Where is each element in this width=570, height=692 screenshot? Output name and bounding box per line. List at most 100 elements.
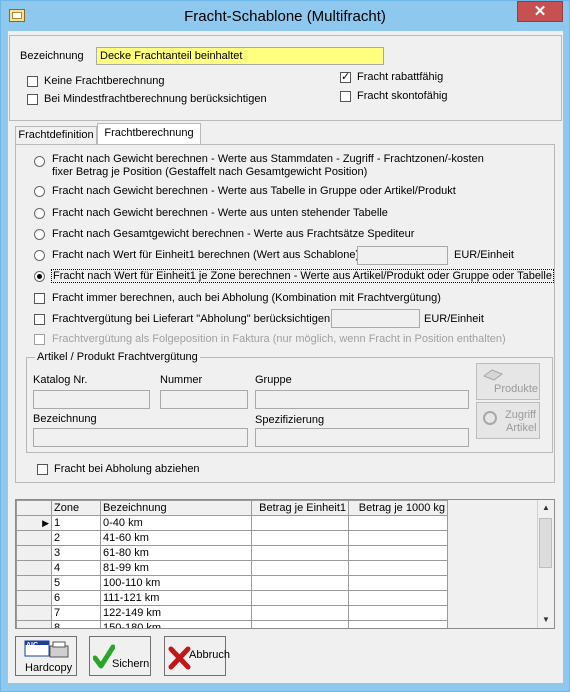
fracht-immer-checkbox[interactable] bbox=[34, 293, 45, 304]
table-vertical-scrollbar[interactable]: ▲ ▼ bbox=[537, 500, 554, 628]
skontofaehig-checkbox[interactable] bbox=[340, 91, 351, 102]
cell-zone[interactable]: 5 bbox=[51, 575, 101, 591]
bezeichnung-input[interactable] bbox=[96, 47, 384, 65]
column-header-betrag-einheit1[interactable]: Betrag je Einheit1 bbox=[251, 500, 349, 516]
rabattfaehig-checkbox[interactable]: ✓ bbox=[340, 72, 351, 83]
cell-zone[interactable]: 7 bbox=[51, 605, 101, 621]
abbruch-button-label: Abbruch bbox=[189, 649, 230, 661]
table-row[interactable]: 7 122-149 km bbox=[16, 605, 448, 621]
cell-bezeichnung[interactable]: 41-60 km bbox=[100, 530, 252, 546]
scroll-thumb[interactable] bbox=[539, 518, 552, 568]
zone-data-table: Zone Bezeichnung Betrag je Einheit1 Betr… bbox=[16, 500, 448, 628]
radio-wert-je-zone[interactable] bbox=[34, 271, 45, 282]
frachtberechnung-panel: Fracht nach Gewicht berechnen - Werte au… bbox=[15, 144, 555, 483]
scroll-up-arrow-icon[interactable]: ▲ bbox=[538, 500, 554, 516]
cell-betrag-1000kg[interactable] bbox=[348, 515, 448, 531]
column-header-bezeichnung[interactable]: Bezeichnung bbox=[100, 500, 252, 516]
table-row[interactable]: 6 111-121 km bbox=[16, 590, 448, 606]
artikel-bezeichnung-input[interactable] bbox=[33, 428, 248, 447]
table-row[interactable]: 2 41-60 km bbox=[16, 530, 448, 546]
cell-zone[interactable]: 1 bbox=[51, 515, 101, 531]
cell-bezeichnung[interactable]: 61-80 km bbox=[100, 545, 252, 561]
radio-gesamtgewicht[interactable] bbox=[34, 229, 45, 240]
bezeichnung-label: Bezeichnung bbox=[20, 50, 84, 62]
gruppe-input[interactable] bbox=[255, 390, 469, 409]
cell-betrag-1000kg[interactable] bbox=[348, 530, 448, 546]
table-row[interactable]: 4 81-99 km bbox=[16, 560, 448, 576]
cell-zone[interactable]: 4 bbox=[51, 560, 101, 576]
sichern-button[interactable]: Sichern bbox=[89, 636, 151, 676]
wert-einheit1-input[interactable] bbox=[357, 246, 448, 265]
cell-betrag-1000kg[interactable] bbox=[348, 605, 448, 621]
row-indicator-header bbox=[16, 500, 52, 516]
zone-table: Zone Bezeichnung Betrag je Einheit1 Betr… bbox=[15, 499, 555, 629]
gruppe-label: Gruppe bbox=[255, 374, 292, 386]
cell-bezeichnung[interactable]: 150-180 km bbox=[100, 620, 252, 628]
cell-betrag-einheit1[interactable] bbox=[251, 515, 349, 531]
nummer-input[interactable] bbox=[160, 390, 248, 409]
row-indicator bbox=[16, 620, 52, 628]
cell-betrag-1000kg[interactable] bbox=[348, 590, 448, 606]
produkte-button[interactable]: Produkte bbox=[476, 363, 540, 400]
folgeposition-label: Frachtvergütung als Folgeposition in Fak… bbox=[52, 333, 506, 345]
cell-bezeichnung[interactable]: 0-40 km bbox=[100, 515, 252, 531]
zugriff-button-label-1: Zugriff bbox=[505, 409, 536, 421]
cell-bezeichnung[interactable]: 81-99 km bbox=[100, 560, 252, 576]
cell-zone[interactable]: 8 bbox=[51, 620, 101, 628]
folgeposition-checkbox[interactable] bbox=[34, 334, 45, 345]
artikel-bezeichnung-label: Bezeichnung bbox=[33, 413, 97, 425]
keine-frachtberechnung-checkbox[interactable] bbox=[27, 76, 38, 87]
application-window: Fracht-Schablone (Multifracht) ✕ Bezeich… bbox=[0, 0, 570, 692]
cell-bezeichnung[interactable]: 100-110 km bbox=[100, 575, 252, 591]
hardcopy-button[interactable]: AIC Hardcopy bbox=[15, 636, 77, 676]
table-row[interactable]: 5 100-110 km bbox=[16, 575, 448, 591]
rabattfaehig-label: Fracht rabattfähig bbox=[357, 71, 444, 83]
katalog-input[interactable] bbox=[33, 390, 150, 409]
cell-betrag-einheit1[interactable] bbox=[251, 590, 349, 606]
abbruch-button[interactable]: Abbruch bbox=[164, 636, 230, 676]
table-row[interactable]: ▶ 1 0-40 km bbox=[16, 515, 448, 531]
radio-gewicht-tabelle-gruppe[interactable] bbox=[34, 186, 45, 197]
radio-gewicht-unten-tabelle[interactable] bbox=[34, 208, 45, 219]
cell-betrag-einheit1[interactable] bbox=[251, 560, 349, 576]
scroll-down-arrow-icon[interactable]: ▼ bbox=[538, 612, 554, 628]
title-bar[interactable]: Fracht-Schablone (Multifracht) ✕ bbox=[1, 1, 569, 31]
fracht-immer-label: Fracht immer berechnen, auch bei Abholun… bbox=[52, 292, 441, 304]
cell-bezeichnung[interactable]: 111-121 km bbox=[100, 590, 252, 606]
katalog-label: Katalog Nr. bbox=[33, 374, 88, 386]
table-row[interactable]: 8 150-180 km bbox=[16, 620, 448, 628]
abholung-abziehen-checkbox[interactable] bbox=[37, 464, 48, 475]
row-indicator bbox=[16, 605, 52, 621]
frachtverguetung-input[interactable] bbox=[331, 309, 420, 328]
cell-betrag-einheit1[interactable] bbox=[251, 620, 349, 628]
produkte-icon bbox=[482, 369, 504, 381]
zugriff-artikel-button[interactable]: Zugriff Artikel bbox=[476, 402, 540, 439]
tab-frachtberechnung[interactable]: Frachtberechnung bbox=[97, 123, 201, 145]
hardcopy-button-label: Hardcopy bbox=[25, 662, 73, 674]
hardcopy-logo-text: AIC bbox=[26, 642, 39, 649]
cell-bezeichnung[interactable]: 122-149 km bbox=[100, 605, 252, 621]
radio-gewicht-stammdaten[interactable] bbox=[34, 156, 45, 167]
cell-betrag-1000kg[interactable] bbox=[348, 560, 448, 576]
cell-betrag-einheit1[interactable] bbox=[251, 605, 349, 621]
frachtverguetung-abholung-checkbox[interactable] bbox=[34, 314, 45, 325]
mindestfracht-checkbox[interactable] bbox=[27, 94, 38, 105]
cell-betrag-einheit1[interactable] bbox=[251, 575, 349, 591]
column-header-betrag-1000kg[interactable]: Betrag je 1000 kg bbox=[348, 500, 448, 516]
radio-wert-einheit1[interactable] bbox=[34, 250, 45, 261]
cell-betrag-1000kg[interactable] bbox=[348, 545, 448, 561]
table-row[interactable]: 3 61-80 km bbox=[16, 545, 448, 561]
cell-zone[interactable]: 3 bbox=[51, 545, 101, 561]
cell-betrag-einheit1[interactable] bbox=[251, 545, 349, 561]
cell-betrag-1000kg[interactable] bbox=[348, 620, 448, 628]
close-button[interactable]: ✕ bbox=[517, 1, 563, 22]
spezifizierung-input[interactable] bbox=[255, 428, 469, 447]
column-header-zone[interactable]: Zone bbox=[51, 500, 101, 516]
cell-zone[interactable]: 6 bbox=[51, 590, 101, 606]
tab-frachtdefinition[interactable]: Frachtdefinition bbox=[15, 126, 97, 145]
dialog-client-area: Bezeichnung Keine Frachtberechnung Bei M… bbox=[8, 31, 563, 683]
cell-betrag-1000kg[interactable] bbox=[348, 575, 448, 591]
cell-betrag-einheit1[interactable] bbox=[251, 530, 349, 546]
skontofaehig-label: Fracht skontofähig bbox=[357, 90, 448, 102]
cell-zone[interactable]: 2 bbox=[51, 530, 101, 546]
